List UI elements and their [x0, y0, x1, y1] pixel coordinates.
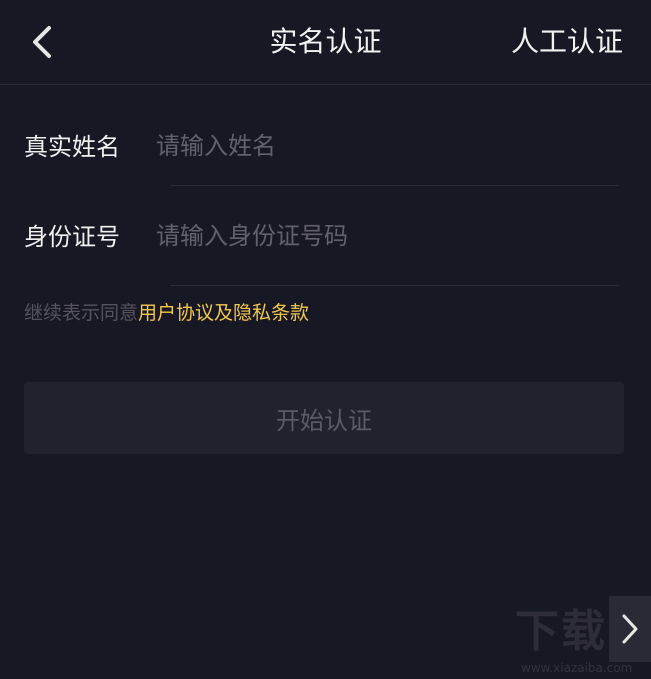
name-field-row: 真实姓名: [0, 116, 651, 186]
chevron-left-icon: [33, 26, 51, 58]
id-number-divider: [170, 285, 619, 286]
manual-verification-button[interactable]: 人工认证: [511, 22, 623, 62]
back-button[interactable]: [22, 20, 62, 64]
name-label: 真实姓名: [24, 133, 120, 161]
name-divider: [170, 185, 619, 186]
real-name-verification-screen: 实名认证 人工认证 真实姓名 身份证号 继续表示同意用户协议及隐私条款 开始认证…: [0, 0, 651, 679]
nav-bar: 实名认证 人工认证: [0, 0, 651, 85]
next-button[interactable]: [609, 596, 651, 662]
page-title: 实名认证: [269, 25, 382, 58]
watermark-url: www.xiazaiba.com: [521, 661, 633, 675]
id-number-input[interactable]: [156, 216, 616, 256]
name-input[interactable]: [156, 126, 616, 166]
id-number-field-row: 身份证号: [0, 206, 651, 286]
start-verification-button[interactable]: 开始认证: [24, 382, 624, 454]
agreement-link[interactable]: 用户协议及隐私条款: [138, 302, 309, 324]
chevron-right-icon: [622, 614, 638, 644]
agreement-prefix: 继续表示同意: [24, 302, 139, 324]
agreement-text: 继续表示同意用户协议及隐私条款: [24, 298, 309, 328]
id-number-label: 身份证号: [24, 223, 120, 251]
